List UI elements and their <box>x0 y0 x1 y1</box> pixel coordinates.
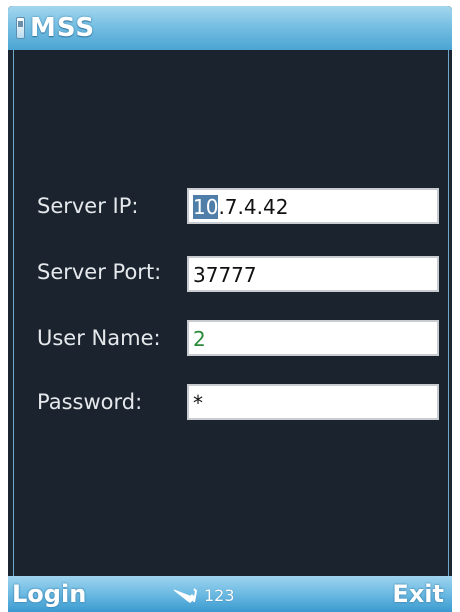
server-ip-label: Server IP: <box>37 194 139 218</box>
user-name-row: User Name: 2 <box>14 318 448 358</box>
server-ip-value: 10.7.4.42 <box>193 195 288 219</box>
user-name-label: User Name: <box>37 326 161 350</box>
app-title: MSS <box>30 13 96 43</box>
pen-icon <box>173 588 198 603</box>
password-row: Password: * <box>14 382 448 422</box>
password-value: * <box>193 391 203 415</box>
user-name-value: 2 <box>193 327 206 351</box>
server-port-label: Server Port: <box>37 260 162 284</box>
password-label: Password: <box>37 390 143 414</box>
input-mode-label: 123 <box>204 586 235 605</box>
phone-app-icon <box>16 17 25 39</box>
softkey-bar: Login 123 Exit <box>8 576 452 612</box>
mss-window: MSS Server IP: 10.7.4.42 Server Port: 37… <box>8 6 452 612</box>
exit-softkey[interactable]: Exit <box>392 578 444 610</box>
server-port-input[interactable]: 37777 <box>187 256 439 292</box>
server-ip-input[interactable]: 10.7.4.42 <box>187 188 439 224</box>
login-form: Server IP: 10.7.4.42 Server Port: 37777 … <box>13 50 449 576</box>
server-ip-selected-text: 10 <box>193 195 219 219</box>
server-port-row: Server Port: 37777 <box>14 252 448 292</box>
server-ip-row: Server IP: 10.7.4.42 <box>14 186 448 226</box>
user-name-input[interactable]: 2 <box>187 320 439 356</box>
server-ip-remaining-text: .7.4.42 <box>218 195 289 219</box>
server-port-value: 37777 <box>193 263 257 287</box>
password-input[interactable]: * <box>187 384 439 420</box>
title-bar: MSS <box>8 6 452 50</box>
login-softkey[interactable]: Login <box>12 578 86 610</box>
